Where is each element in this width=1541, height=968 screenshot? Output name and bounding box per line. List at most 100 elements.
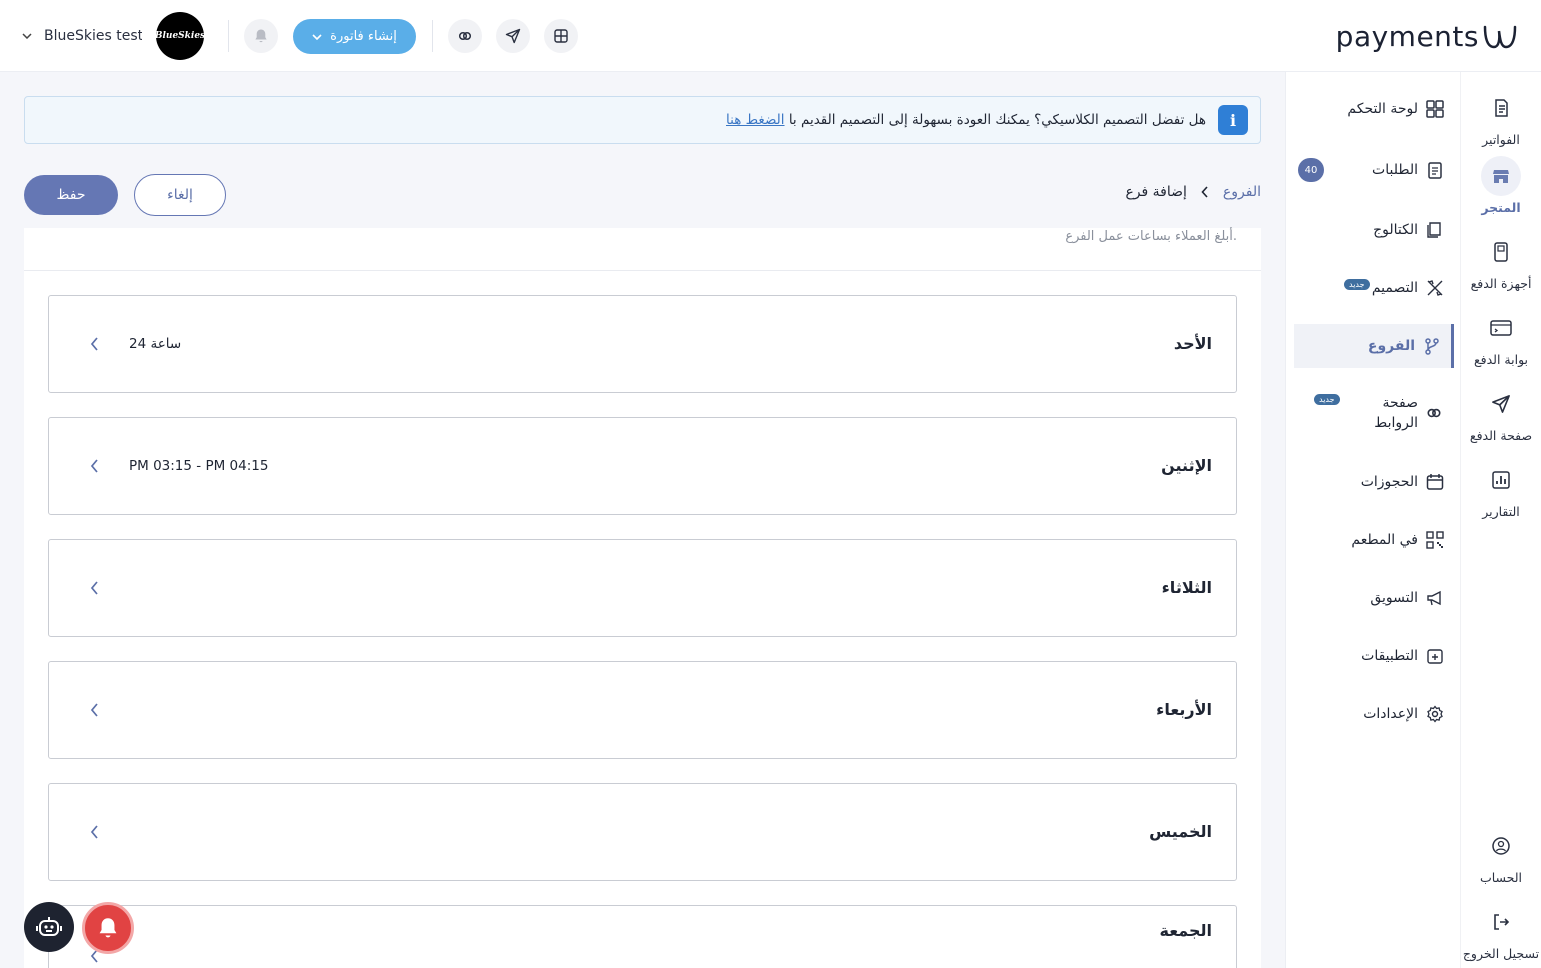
send-icon bbox=[505, 28, 521, 44]
rail-item-label: التقارير bbox=[1482, 504, 1520, 519]
links-icon bbox=[1426, 405, 1444, 423]
chatbot-button[interactable] bbox=[24, 902, 74, 952]
day-name: الأحد bbox=[1173, 334, 1212, 353]
orders-icon bbox=[1426, 161, 1444, 179]
robot-icon bbox=[36, 917, 62, 936]
rail-item-label: أجهزة الدفع bbox=[1470, 276, 1532, 291]
sidebar-item-apps[interactable]: التطبيقات bbox=[1294, 634, 1454, 678]
store-sidebar: لوحة التحكم 40 الطلبات الكتالوج جديد الت… bbox=[1285, 72, 1461, 968]
grid-icon bbox=[554, 29, 568, 43]
rail-item-gateway[interactable]: بوابة الدفع bbox=[1461, 308, 1541, 367]
day-row-friday[interactable]: الجمعة bbox=[48, 905, 1237, 968]
brand-name: payments bbox=[1335, 19, 1479, 53]
rail-item-label: صفحة الدفع bbox=[1469, 428, 1533, 443]
day-name: الثلاثاء bbox=[1161, 578, 1212, 597]
main-nav-rail: الفواتير المتجر أجهزة الدفع بوابة الدفع … bbox=[1461, 72, 1541, 968]
chevron-left-icon bbox=[85, 822, 103, 842]
sidebar-item-marketing[interactable]: التسويق bbox=[1294, 576, 1454, 620]
pos-device-icon bbox=[1481, 232, 1521, 272]
sidebar-item-links-page[interactable]: صفحة الروابط bbox=[1294, 390, 1454, 438]
payment-links-button[interactable] bbox=[448, 19, 482, 53]
branches-icon bbox=[1423, 337, 1441, 355]
chevron-down-icon bbox=[312, 33, 322, 40]
day-row-wednesday[interactable]: الأربعاء bbox=[48, 661, 1237, 759]
chevron-left-icon bbox=[85, 578, 103, 598]
settings-icon bbox=[1426, 705, 1444, 723]
send-payment-button[interactable] bbox=[496, 19, 530, 53]
send-icon bbox=[1481, 384, 1521, 424]
rail-item-logout[interactable]: تسجيل الخروج bbox=[1461, 902, 1541, 961]
gateway-icon bbox=[1481, 308, 1521, 348]
qr-code-button[interactable] bbox=[544, 19, 578, 53]
rail-item-reports[interactable]: التقارير bbox=[1461, 460, 1541, 519]
rail-item-payment-page[interactable]: صفحة الدفع bbox=[1461, 384, 1541, 443]
sidebar-item-label: الطلبات bbox=[1372, 162, 1418, 178]
sidebar-item-orders[interactable]: الطلبات bbox=[1294, 148, 1454, 192]
day-name: الأربعاء bbox=[1156, 700, 1212, 719]
account-switcher[interactable]: BlueSkies testi… bbox=[20, 12, 142, 60]
chevron-left-icon bbox=[85, 700, 103, 720]
notifications-button[interactable] bbox=[244, 19, 278, 53]
info-icon: i bbox=[1218, 105, 1248, 135]
chevron-down-icon bbox=[20, 29, 34, 43]
top-header: payments BlueSkies testi… BlueSkies إنشا… bbox=[0, 0, 1541, 72]
create-invoice-label: إنشاء فاتورة bbox=[330, 29, 397, 44]
chevron-left-icon bbox=[85, 334, 103, 354]
working-hours-card: أبلغ العملاء بساعات عمل الفرع. الأحد 24 … bbox=[24, 228, 1261, 968]
breadcrumb: إضافة فرع الفروع bbox=[1125, 184, 1261, 200]
rail-item-store[interactable]: المتجر bbox=[1461, 156, 1541, 215]
push-notifications-button[interactable] bbox=[82, 902, 134, 954]
design-icon bbox=[1426, 279, 1444, 297]
dashboard-icon bbox=[1426, 100, 1444, 118]
account-icon bbox=[1481, 826, 1521, 866]
sidebar-item-branches[interactable]: الفروع bbox=[1294, 324, 1454, 368]
bell-icon bbox=[99, 918, 117, 938]
breadcrumb-branches-link[interactable]: الفروع bbox=[1223, 184, 1261, 200]
reports-icon bbox=[1481, 460, 1521, 500]
divider bbox=[24, 270, 1261, 271]
save-button[interactable]: حفظ bbox=[24, 175, 118, 215]
brand-logo[interactable]: payments bbox=[1336, 14, 1517, 58]
rail-item-label: المتجر bbox=[1481, 200, 1521, 215]
sidebar-item-catalog[interactable]: الكتالوج bbox=[1294, 208, 1454, 252]
sidebar-item-label: صفحة الروابط bbox=[1374, 395, 1418, 431]
sidebar-item-settings[interactable]: الإعدادات bbox=[1294, 692, 1454, 736]
divider bbox=[432, 20, 433, 52]
sidebar-item-bookings[interactable]: الحجوزات bbox=[1294, 460, 1454, 504]
classic-design-link[interactable]: الضغط هنا bbox=[726, 112, 785, 128]
create-invoice-button[interactable]: إنشاء فاتورة bbox=[293, 19, 416, 54]
banner-text: هل تفضل التصميم الكلاسيكي؟ يمكنك العودة … bbox=[788, 112, 1206, 128]
day-name: الخميس bbox=[1149, 822, 1212, 841]
sidebar-item-dashboard[interactable]: لوحة التحكم bbox=[1294, 87, 1454, 131]
day-hours: 24 ساعة bbox=[129, 336, 182, 352]
sidebar-item-label: الفروع bbox=[1367, 338, 1415, 354]
sidebar-item-in-restaurant[interactable]: في المطعم bbox=[1294, 518, 1454, 562]
rail-item-pos-devices[interactable]: أجهزة الدفع bbox=[1461, 232, 1541, 291]
account-name: BlueSkies testi… bbox=[44, 28, 142, 44]
sidebar-item-label: التصميم bbox=[1371, 280, 1418, 296]
sidebar-item-design[interactable]: التصميم bbox=[1294, 266, 1454, 310]
rail-item-label: الفواتير bbox=[1482, 132, 1520, 147]
qr-icon bbox=[1426, 531, 1444, 549]
day-row-tuesday[interactable]: الثلاثاء bbox=[48, 539, 1237, 637]
day-row-monday[interactable]: الإثنين PM 03:15 - PM 04:15 bbox=[48, 417, 1237, 515]
sidebar-item-label: الحجوزات bbox=[1360, 474, 1418, 490]
brand-mark-icon bbox=[1483, 25, 1517, 49]
store-icon bbox=[1481, 156, 1521, 196]
rail-item-invoices[interactable]: الفواتير bbox=[1461, 88, 1541, 147]
sidebar-item-label: التسويق bbox=[1370, 590, 1418, 606]
cancel-button[interactable]: إلغاء bbox=[134, 174, 226, 216]
day-row-sunday[interactable]: الأحد 24 ساعة bbox=[48, 295, 1237, 393]
apps-icon bbox=[1426, 647, 1444, 665]
day-row-thursday[interactable]: الخميس bbox=[48, 783, 1237, 881]
classic-design-banner: هل تفضل التصميم الكلاسيكي؟ يمكنك العودة … bbox=[24, 96, 1261, 144]
catalog-icon bbox=[1426, 221, 1444, 239]
bell-icon bbox=[255, 29, 267, 43]
rail-item-label: تسجيل الخروج bbox=[1462, 946, 1540, 961]
rail-item-account[interactable]: الحساب bbox=[1461, 826, 1541, 885]
rail-item-label: الحساب bbox=[1479, 870, 1523, 885]
invoice-icon bbox=[1481, 88, 1521, 128]
avatar[interactable]: BlueSkies bbox=[155, 12, 205, 60]
sidebar-item-label: في المطعم bbox=[1351, 532, 1418, 548]
day-hours: PM 03:15 - PM 04:15 bbox=[129, 458, 269, 474]
